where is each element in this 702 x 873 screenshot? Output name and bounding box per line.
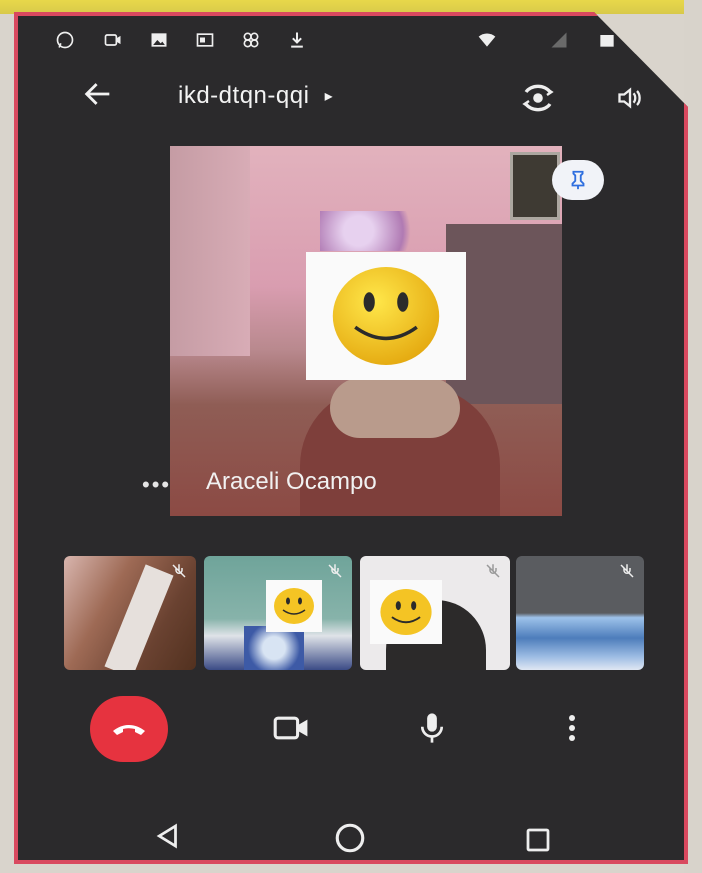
mic-off-icon [486, 564, 500, 578]
video-icon [104, 34, 121, 46]
app-bar: ikd-dtqn-qqi ▸ [18, 72, 688, 120]
smiley-face-icon [332, 267, 440, 365]
neck [330, 378, 460, 438]
nav-back-button[interactable] [146, 814, 190, 858]
back-button[interactable] [76, 72, 120, 116]
microphone-toggle-button[interactable] [410, 706, 454, 750]
paper-top-edge [0, 0, 702, 14]
smiley-mask-main [306, 252, 466, 380]
home-circle-icon [335, 823, 365, 853]
participant-thumbnail[interactable] [204, 556, 352, 670]
nav-recents-button[interactable] [516, 818, 560, 862]
switch-camera-icon [522, 84, 554, 112]
meeting-code-title[interactable]: ikd-dtqn-qqi ▸ [178, 82, 333, 110]
participant-thumbnail[interactable] [64, 556, 196, 670]
call-controls [18, 696, 688, 766]
meeting-code-text: ikd-dtqn-qqi [178, 82, 310, 109]
microphone-icon [420, 713, 444, 743]
smiley-mask-thumb [370, 580, 442, 644]
mic-off-icon [328, 564, 342, 578]
thumbnail-paper [104, 564, 174, 670]
back-triangle-icon [156, 823, 177, 849]
headband [320, 211, 430, 251]
end-call-button[interactable] [90, 696, 168, 762]
cast-icon [196, 33, 214, 47]
more-options-button[interactable] [550, 706, 594, 750]
recents-square-icon [526, 828, 550, 852]
meeting-details-chevron-icon: ▸ [324, 88, 334, 105]
mic-off-icon [172, 564, 186, 578]
wall-shadow [170, 146, 250, 356]
switch-camera-button[interactable] [516, 76, 560, 120]
main-speaker-video[interactable] [170, 146, 562, 516]
speaker-button[interactable] [608, 76, 652, 120]
flower-icon [243, 32, 259, 48]
smiley-face-icon [274, 588, 314, 624]
mic-off-icon [620, 564, 634, 578]
more-vertical-icon [569, 715, 575, 741]
wifi-icon [478, 33, 496, 47]
status-bar [48, 26, 658, 56]
signal-icon [551, 32, 567, 48]
phone-screen: ikd-dtqn-qqi ▸ ••• Araceli Ocampo [14, 12, 688, 864]
whatsapp-icon [56, 31, 74, 49]
smiley-mask-thumb [266, 580, 322, 632]
speaker-icon [618, 87, 641, 109]
image-icon [151, 33, 167, 47]
participant-thumbnail[interactable] [516, 556, 644, 670]
camera-toggle-button[interactable] [270, 706, 314, 750]
nav-home-button[interactable] [328, 816, 372, 860]
smiley-face-icon [380, 588, 432, 636]
participant-options-button[interactable]: ••• [142, 472, 171, 498]
camera-icon [273, 716, 308, 740]
participant-name: Araceli Ocampo [206, 468, 377, 495]
thumbnail-clothes [244, 626, 304, 670]
pin-button[interactable] [552, 160, 604, 200]
back-arrow-icon [84, 83, 110, 105]
battery-icon [600, 35, 614, 47]
participant-thumbnail[interactable] [360, 556, 510, 670]
system-navigation-bar [18, 806, 688, 864]
pin-icon [571, 170, 585, 190]
download-icon [291, 32, 303, 48]
hangup-icon [113, 725, 145, 735]
